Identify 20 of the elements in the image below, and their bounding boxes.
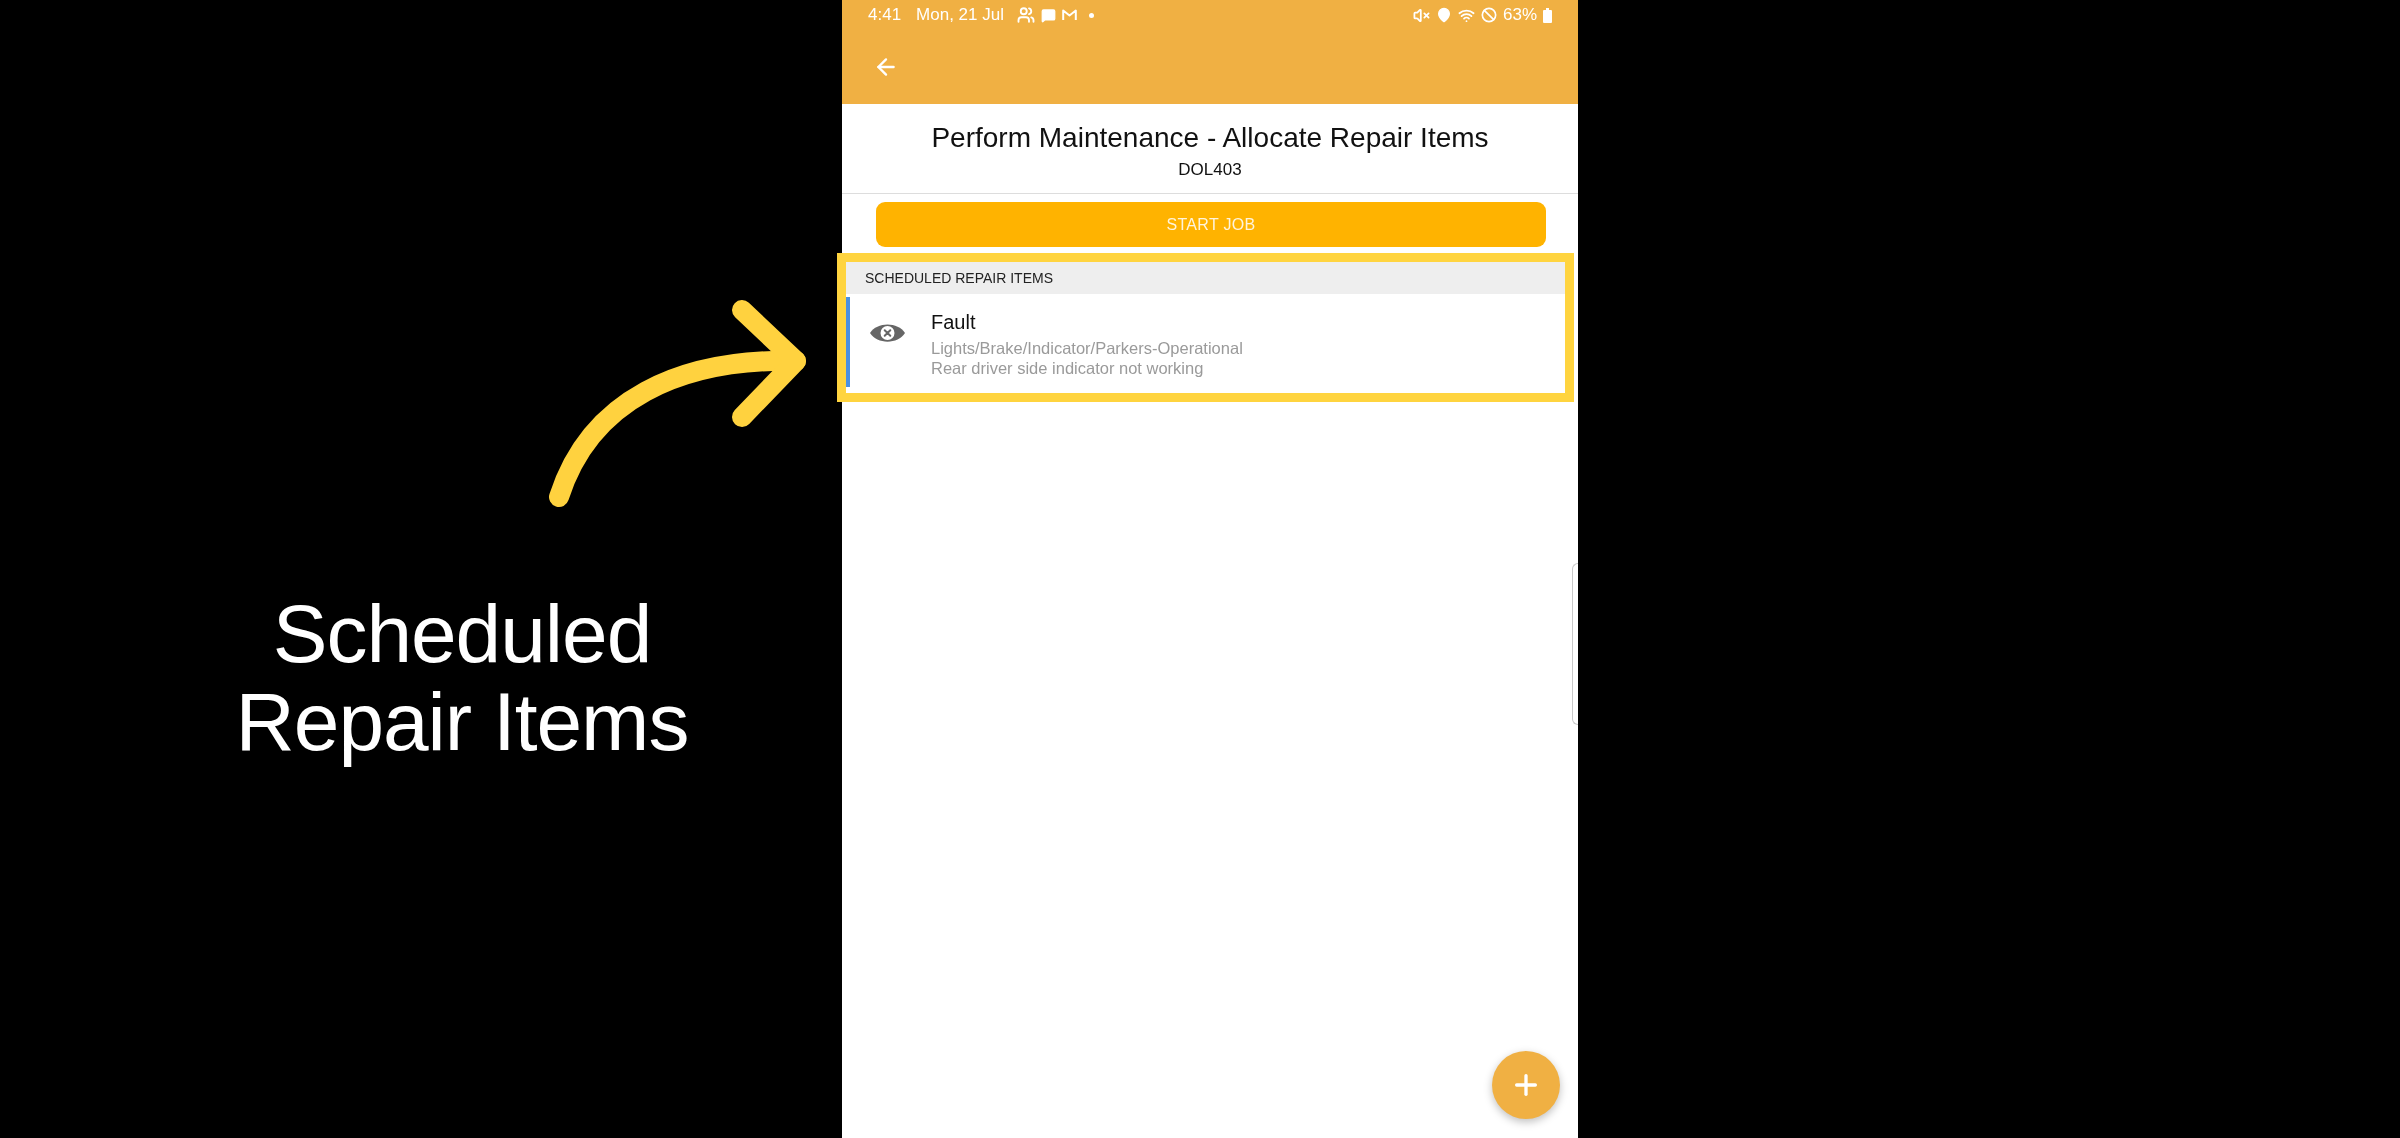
section-heading: SCHEDULED REPAIR ITEMS <box>846 262 1565 294</box>
item-title: Fault <box>931 310 977 334</box>
eye-cross-icon <box>869 321 906 345</box>
page-title: Perform Maintenance - Allocate Repair Items <box>931 121 1489 155</box>
page-subtitle: DOL403 <box>1178 159 1242 181</box>
dot-icon <box>1089 12 1094 18</box>
annotation-caption: Scheduled Repair Items <box>234 590 690 766</box>
battery-icon <box>1543 7 1552 23</box>
item-description: Rear driver side indicator not working <box>931 358 1205 378</box>
mail-m-icon <box>1062 9 1077 21</box>
do-not-disturb-icon <box>1480 7 1497 23</box>
location-icon <box>1435 7 1452 23</box>
status-date: Mon, 21 Jul <box>916 5 1004 25</box>
battery-percent: 63% <box>1502 5 1537 25</box>
mute-icon <box>1412 6 1430 24</box>
chat-icon <box>1041 7 1056 23</box>
status-time: 4:41 <box>868 5 902 25</box>
people-icon <box>1017 6 1035 24</box>
add-button[interactable] <box>1492 1051 1560 1119</box>
item-category: Lights/Brake/Indicator/Parkers-Operational <box>931 338 1243 358</box>
